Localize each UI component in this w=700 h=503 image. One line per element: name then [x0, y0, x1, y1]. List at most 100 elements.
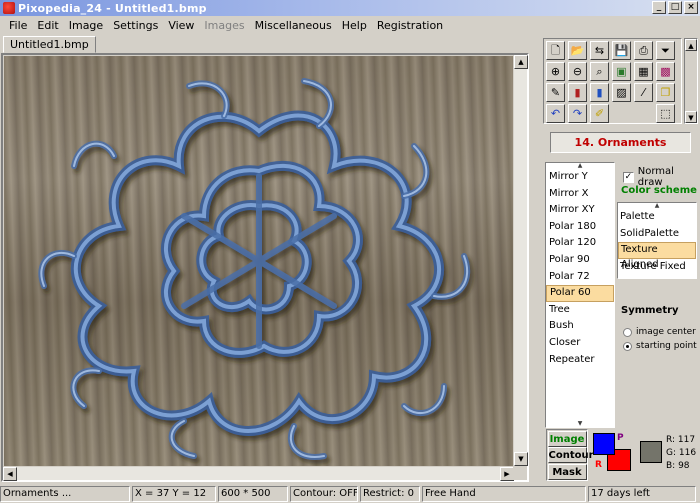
status-mode: Ornaments ... — [0, 486, 130, 502]
scroll-down-button[interactable]: ▼ — [514, 452, 528, 466]
window-controls: _ □ × — [652, 1, 698, 14]
primary-label: P — [616, 433, 625, 443]
red-value: R: 117 — [666, 435, 696, 445]
wand-icon[interactable]: ⁄ — [634, 83, 653, 102]
title-bar: Pixopedia_24 - Untitled1.bmp _ □ × — [0, 0, 700, 16]
list-scroll-down-icon[interactable]: ▼ — [546, 420, 614, 428]
tab-untitled1[interactable]: Untitled1.bmp — [3, 36, 96, 53]
status-restrict: Restrict: 0 — [360, 486, 420, 502]
status-bar: Ornaments ... X = 37 Y = 12 600 * 500 Co… — [0, 485, 700, 503]
radio-label: image center — [636, 327, 696, 337]
minimize-button[interactable]: _ — [652, 1, 666, 14]
close-button[interactable]: × — [684, 1, 698, 14]
scroll-right-button[interactable]: ▶ — [500, 467, 514, 481]
maximize-button[interactable]: □ — [668, 1, 682, 14]
list-item[interactable]: Bush — [546, 318, 614, 335]
ornament-drawing — [38, 78, 471, 460]
symmetry-type-list[interactable]: ▲ Mirror Y Mirror X Mirror XY Polar 180 … — [545, 162, 615, 428]
open-file-icon[interactable]: 📂 — [568, 41, 587, 60]
picked-color-swatch — [640, 441, 662, 463]
radio-starting-point[interactable]: starting point — [623, 341, 697, 351]
menu-image[interactable]: Image — [64, 19, 108, 32]
list-item[interactable]: Polar 72 — [546, 269, 614, 286]
layer-buttons: Image Contour Mask — [546, 429, 594, 481]
mask-button[interactable]: Mask — [547, 463, 587, 480]
mode-label: 14. Ornaments — [550, 132, 691, 153]
horizontal-scrollbar[interactable]: ◀ ▶ — [3, 466, 514, 481]
redo-icon[interactable]: ↷ — [568, 104, 587, 123]
pen-icon[interactable]: ✐ — [590, 104, 609, 123]
grid-icon[interactable]: ▦ — [634, 62, 653, 81]
radio-icon[interactable] — [623, 327, 632, 337]
menu-file[interactable]: File — [4, 19, 32, 32]
selection-icon[interactable]: ⬚ — [656, 104, 675, 123]
list-item-selected[interactable]: Texture Aligned — [618, 242, 696, 270]
list-scroll-up-icon[interactable]: ▲ — [546, 162, 614, 170]
image-view-icon[interactable]: ▣ — [612, 62, 631, 81]
status-size: 600 * 500 — [218, 486, 288, 502]
list-item[interactable]: SolidPalette — [618, 226, 696, 243]
radio-selected-icon[interactable] — [623, 341, 632, 351]
menu-edit[interactable]: Edit — [32, 19, 63, 32]
menu-settings[interactable]: Settings — [108, 19, 163, 32]
app-icon[interactable] — [3, 2, 15, 14]
print-icon[interactable]: ⎙ — [634, 41, 653, 60]
bars-icon[interactable]: ▮ — [568, 83, 587, 102]
menu-bar: File Edit Image Settings View Images Mis… — [0, 16, 700, 34]
reopen-icon[interactable]: ⇆ — [590, 41, 609, 60]
menu-help[interactable]: Help — [337, 19, 372, 32]
list-item[interactable]: Tree — [546, 302, 614, 319]
list-item[interactable]: Polar 90 — [546, 252, 614, 269]
canvas-frame: ▲ ▼ ◀ ▶ — [1, 53, 529, 482]
list-item[interactable]: Mirror X — [546, 186, 614, 203]
scroll-corner — [513, 466, 527, 480]
color-swatches[interactable]: P R — [593, 433, 635, 473]
menu-registration[interactable]: Registration — [372, 19, 448, 32]
toolbar-scroll-down-icon[interactable]: ▼ — [685, 111, 697, 123]
filter-icon[interactable]: ⏷ — [656, 41, 675, 60]
list-item[interactable]: Closer — [546, 335, 614, 352]
secondary-label: R — [595, 460, 602, 470]
list-item[interactable]: Repeater — [546, 352, 614, 369]
menu-miscellaneous[interactable]: Miscellaneous — [250, 19, 337, 32]
checkbox-icon[interactable]: ✓ — [623, 171, 634, 183]
copy-icon[interactable]: ❐ — [656, 83, 675, 102]
save-icon[interactable]: 💾 — [612, 41, 631, 60]
vertical-scrollbar[interactable]: ▲ ▼ — [513, 55, 528, 466]
pattern-icon[interactable]: ▩ — [656, 62, 675, 81]
list-item-selected[interactable]: Polar 60 — [546, 285, 614, 302]
primary-color-swatch[interactable] — [593, 433, 615, 455]
list-item[interactable]: Mirror XY — [546, 202, 614, 219]
menu-view[interactable]: View — [163, 19, 199, 32]
blue-value: B: 98 — [666, 461, 690, 471]
menu-images: Images — [204, 18, 245, 32]
list-item[interactable]: Polar 120 — [546, 235, 614, 252]
zoom-in-icon[interactable]: ⊕ — [546, 62, 565, 81]
list-item[interactable]: Polar 180 — [546, 219, 614, 236]
list-item[interactable]: Mirror Y — [546, 169, 614, 186]
zoom-out-icon[interactable]: ⊖ — [568, 62, 587, 81]
zoom-fit-icon[interactable]: ⌕ — [590, 62, 609, 81]
image-button[interactable]: Image — [547, 430, 587, 447]
green-value: G: 116 — [666, 448, 697, 458]
radio-image-center[interactable]: image center — [623, 327, 696, 337]
drawing-canvas[interactable] — [4, 56, 514, 466]
brush-icon[interactable]: ✎ — [546, 83, 565, 102]
contour-button[interactable]: Contour — [547, 447, 594, 463]
toolbar-scroll-up-icon[interactable]: ▲ — [685, 39, 697, 51]
scroll-up-button[interactable]: ▲ — [514, 55, 528, 69]
symmetry-label: Symmetry — [621, 305, 679, 316]
scroll-left-button[interactable]: ◀ — [3, 467, 17, 481]
picture-icon[interactable]: ▨ — [612, 83, 631, 102]
status-trial: 17 days left — [588, 486, 696, 502]
paints-icon[interactable]: ▮ — [590, 83, 609, 102]
list-item[interactable]: Palette — [618, 209, 696, 226]
list-item[interactable]: Texture Fixed — [618, 259, 696, 276]
color-scheme-list[interactable]: ▲ Palette SolidPalette Texture Aligned T… — [617, 202, 697, 279]
toolbar: 🗋 📂 ⇆ 💾 ⎙ ⏷ ⊕ ⊖ ⌕ ▣ ▦ ▩ ✎ ▮ ▮ ▨ ⁄ ❐ ↶ ↷ … — [543, 38, 682, 124]
toolbar-scrollbar[interactable]: ▲ ▼ — [684, 38, 698, 124]
status-contour: Contour: OFF — [290, 486, 358, 502]
new-file-icon[interactable]: 🗋 — [546, 41, 565, 60]
undo-icon[interactable]: ↶ — [546, 104, 565, 123]
scheme-scroll-up-icon[interactable]: ▲ — [618, 202, 696, 210]
